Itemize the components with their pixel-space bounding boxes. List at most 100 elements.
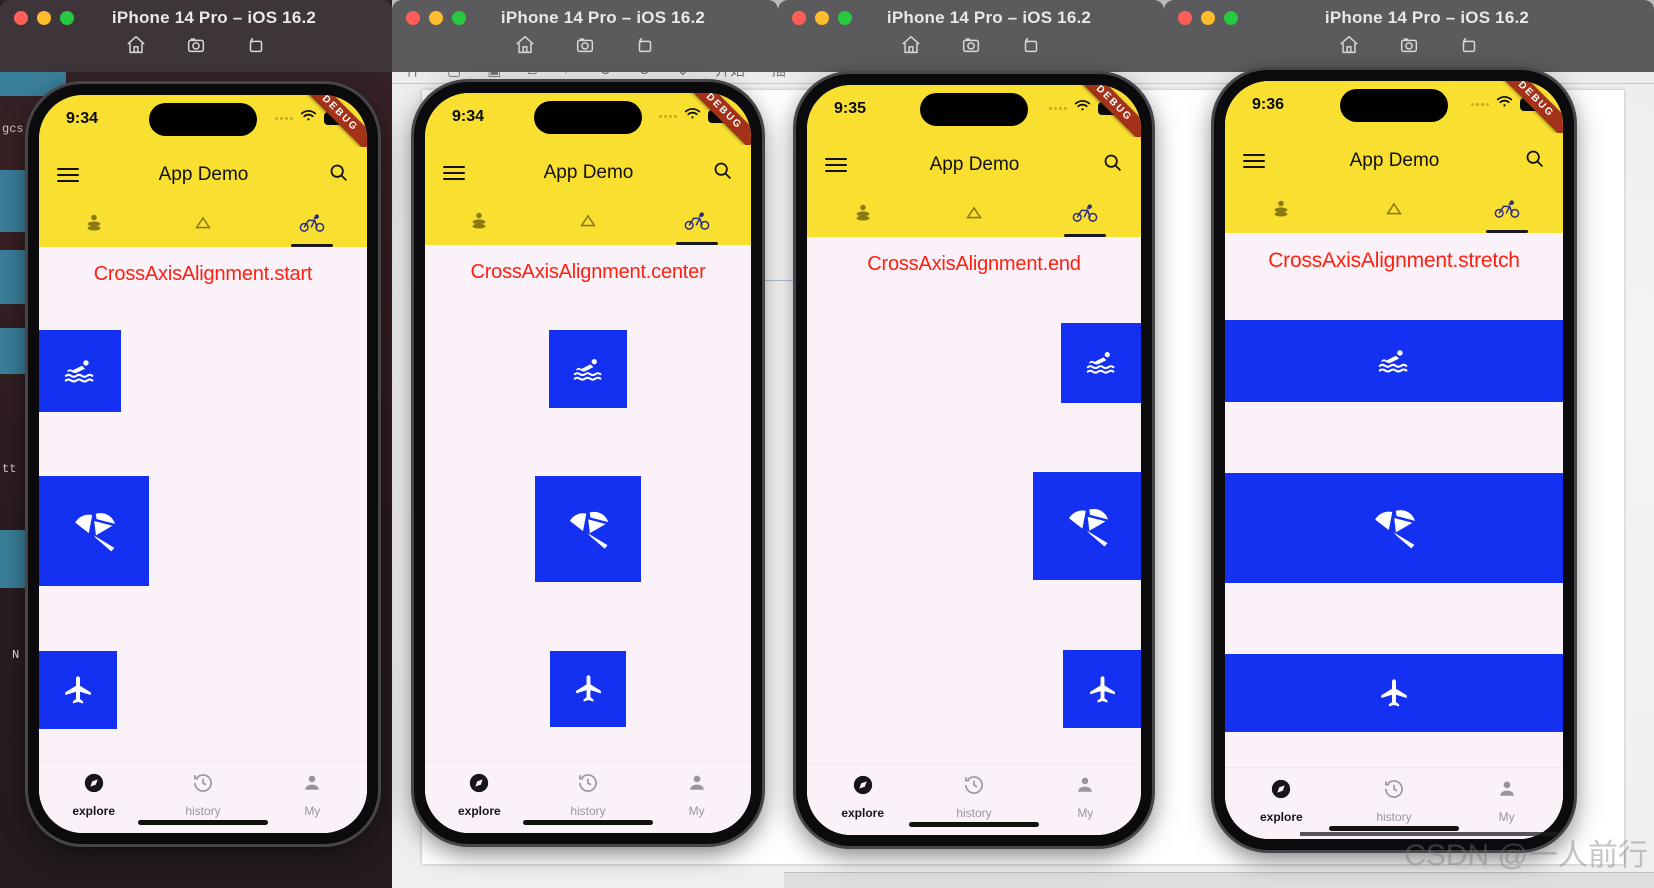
hamburger-menu-icon[interactable] — [57, 168, 79, 182]
bottom-nav-label: explore — [1259, 810, 1303, 824]
window-titlebar[interactable]: iPhone 14 Pro – iOS 16.2 — [778, 0, 1164, 72]
screenshot-camera-icon[interactable] — [1398, 34, 1420, 56]
bottom-nav-label: explore — [457, 804, 501, 818]
airplane-icon — [572, 672, 605, 705]
demo-box-beach — [1033, 472, 1141, 581]
bottom-nav-history[interactable]: history — [534, 772, 643, 818]
phone-screen[interactable]: 9:35 DEBUG App Demo CrossAxisAlignment.e… — [807, 85, 1141, 835]
person-account-icon — [1496, 778, 1518, 805]
tab-bar[interactable] — [39, 203, 367, 247]
phone-device: 9:35 DEBUG App Demo CrossAxisAlignment.e… — [796, 74, 1152, 846]
tab-local-florist[interactable] — [807, 193, 918, 237]
phone-body: 9:34 DEBUG App Demo — [414, 82, 762, 844]
app-bar: App Demo — [425, 145, 751, 201]
phone-screen[interactable]: 9:34 DEBUG App Demo — [425, 93, 751, 833]
home-indicator — [523, 820, 653, 825]
simulator-window-start[interactable]: iPhone 14 Pro – iOS 16.2 9:34 DEBUG App … — [0, 0, 392, 844]
tab-pedal-bike[interactable] — [642, 201, 751, 245]
os-taskbar — [784, 872, 1654, 888]
bottom-nav-explore[interactable]: explore — [807, 774, 918, 820]
bottom-nav-history[interactable]: history — [918, 774, 1029, 820]
wifi-icon — [1074, 99, 1091, 117]
demo-box-pool — [549, 330, 627, 409]
rotate-icon[interactable] — [634, 34, 656, 56]
ide-code-text: N — [12, 648, 20, 662]
simulator-window-end[interactable]: iPhone 14 Pro – iOS 16.2 9:35 DEBUG App … — [778, 0, 1164, 846]
caption-label: CrossAxisAlignment.start — [93, 263, 313, 285]
history-clock-icon — [192, 772, 214, 799]
status-bar: 9:36 DEBUG — [1225, 81, 1563, 146]
home-icon[interactable] — [514, 34, 536, 56]
dynamic-island — [920, 93, 1028, 126]
simulator-window-center[interactable]: iPhone 14 Pro – iOS 16.2 9:34 DEBUG App … — [392, 0, 778, 844]
hamburger-menu-icon[interactable] — [825, 158, 847, 172]
screenshot-camera-icon[interactable] — [960, 34, 982, 56]
bottom-nav-my[interactable]: My — [258, 772, 367, 818]
tab-local-florist[interactable] — [1225, 189, 1338, 233]
bottom-nav-explore[interactable]: explore — [1225, 778, 1338, 824]
phone-screen[interactable]: 9:36 DEBUG App Demo CrossAxisAlignment.s… — [1225, 81, 1563, 839]
airplane-icon — [61, 673, 95, 707]
hamburger-menu-icon[interactable] — [443, 166, 465, 180]
status-time: 9:34 — [452, 108, 485, 125]
tab-pedal-bike[interactable] — [1450, 189, 1563, 233]
local-florist-icon — [83, 212, 105, 239]
tab-change-history[interactable] — [918, 193, 1029, 237]
bottom-nav-explore[interactable]: explore — [39, 772, 148, 818]
demo-box-flight — [550, 650, 626, 727]
search-icon[interactable] — [328, 162, 349, 188]
airplane-icon — [1086, 673, 1119, 706]
tab-local-florist[interactable] — [39, 203, 148, 247]
search-icon[interactable] — [712, 160, 733, 186]
tab-change-history[interactable] — [534, 201, 643, 245]
rotate-icon[interactable] — [1458, 34, 1480, 56]
bottom-nav-history[interactable]: history — [1338, 778, 1451, 824]
window-toolbar[interactable] — [0, 34, 392, 56]
bottom-nav-my[interactable]: My — [642, 772, 751, 818]
phone-device: 9:36 DEBUG App Demo CrossAxisAlignment.s… — [1214, 70, 1574, 850]
tab-pedal-bike[interactable] — [1030, 193, 1141, 237]
tab-change-history[interactable] — [148, 203, 257, 247]
pedal-bike-icon — [1494, 199, 1520, 224]
simulator-window-stretch[interactable]: iPhone 14 Pro – iOS 16.2 9:36 DEBUG App … — [1164, 0, 1654, 850]
window-title: iPhone 14 Pro – iOS 16.2 — [1324, 8, 1530, 27]
tab-pedal-bike[interactable] — [258, 203, 367, 247]
search-icon[interactable] — [1102, 152, 1123, 178]
rotate-icon[interactable] — [245, 34, 267, 56]
window-toolbar[interactable] — [1164, 34, 1654, 56]
change-history-triangle-icon — [192, 212, 214, 239]
search-icon[interactable] — [1524, 148, 1545, 174]
home-icon[interactable] — [1338, 34, 1360, 56]
tab-bar[interactable] — [807, 193, 1141, 237]
home-indicator — [909, 822, 1039, 827]
bottom-nav-explore[interactable]: explore — [425, 772, 534, 818]
window-toolbar[interactable] — [392, 34, 778, 56]
phone-screen[interactable]: 9:34 DEBUG App Demo — [39, 95, 367, 833]
cellular-signal-icon — [1049, 106, 1067, 110]
app-bar: App Demo — [39, 147, 367, 203]
rotate-icon[interactable] — [1020, 34, 1042, 56]
change-history-triangle-icon — [1383, 198, 1405, 225]
app-bar-title: App Demo — [1349, 150, 1440, 171]
window-titlebar[interactable]: iPhone 14 Pro – iOS 16.2 — [1164, 0, 1654, 72]
screenshot-camera-icon[interactable] — [185, 34, 207, 56]
screenshot-camera-icon[interactable] — [574, 34, 596, 56]
bottom-nav-my[interactable]: My — [1030, 774, 1141, 820]
window-titlebar[interactable]: iPhone 14 Pro – iOS 16.2 — [392, 0, 778, 72]
change-history-triangle-icon — [577, 210, 599, 237]
person-account-icon — [1074, 774, 1096, 801]
bottom-nav-my[interactable]: My — [1450, 778, 1563, 824]
tab-local-florist[interactable] — [425, 201, 534, 245]
tab-change-history[interactable] — [1338, 189, 1451, 233]
window-toolbar[interactable] — [778, 34, 1164, 56]
phone-device: 9:34 DEBUG App Demo — [28, 84, 378, 844]
beach-umbrella-icon — [563, 504, 613, 554]
bottom-nav-history[interactable]: history — [148, 772, 257, 818]
hamburger-menu-icon[interactable] — [1243, 154, 1265, 168]
tab-bar[interactable] — [1225, 189, 1563, 233]
status-time: 9:36 — [1252, 96, 1285, 113]
home-icon[interactable] — [125, 34, 147, 56]
tab-bar[interactable] — [425, 201, 751, 245]
home-icon[interactable] — [900, 34, 922, 56]
window-titlebar[interactable]: iPhone 14 Pro – iOS 16.2 — [0, 0, 392, 72]
